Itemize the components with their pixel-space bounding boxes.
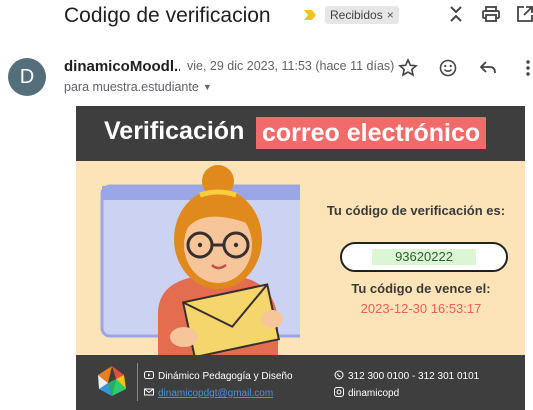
subject-row: Codigo de verificacion Recibidos × — [0, 0, 533, 34]
footer-phones-text: 312 300 0100 - 312 301 0101 — [348, 371, 480, 382]
recipient-line[interactable]: para muestra.estudiante ▼ — [64, 80, 212, 94]
expire-datetime: 2023-12-30 16:53:17 — [360, 301, 482, 316]
reply-icon[interactable] — [478, 58, 498, 78]
whatsapp-icon — [334, 370, 344, 380]
footer-org-text: Dinámico Pedagogía y Diseño — [158, 371, 293, 382]
header-highlight: correo electrónico — [256, 117, 487, 149]
footer-email-link[interactable]: dinamicopdgt@gmail.com — [158, 388, 273, 399]
card-header: Verificación correo electrónico — [76, 106, 525, 161]
footer-divider — [137, 363, 138, 401]
instagram-icon — [334, 387, 344, 397]
importance-marker-icon[interactable] — [303, 9, 317, 21]
star-icon[interactable] — [398, 58, 418, 78]
sender-name[interactable]: dinamicoMoodl... — [64, 58, 180, 75]
expand-collapse-icon[interactable] — [446, 4, 466, 24]
inbox-label-text: Recibidos — [330, 8, 383, 22]
footer-phones: 312 300 0100 - 312 301 0101 — [334, 370, 479, 382]
dinamico-logo-icon — [98, 366, 126, 396]
expire-label: Tu código de vence el: — [351, 281, 491, 296]
header-title: Verificación — [104, 117, 245, 145]
woman-with-envelope-illustration — [100, 165, 300, 355]
email-body-card: Verificación correo electrónico Tu códig… — [76, 106, 525, 410]
more-options-icon[interactable] — [518, 58, 533, 78]
footer-email[interactable]: dinamicopdgt@gmail.com — [144, 387, 273, 399]
print-icon[interactable] — [481, 4, 501, 24]
email-subject: Codigo de verificacion — [64, 4, 271, 27]
card-footer: Dinámico Pedagogía y Diseño dinamicopdgt… — [76, 355, 525, 410]
chevron-down-icon[interactable]: ▼ — [203, 82, 212, 92]
code-label: Tu código de verificación es: — [326, 203, 506, 218]
footer-instagram-text: dinamicopd — [348, 388, 400, 399]
remove-label-button[interactable]: × — [387, 8, 394, 22]
inbox-label-chip[interactable]: Recibidos × — [325, 6, 399, 24]
footer-instagram[interactable]: dinamicopd — [334, 387, 399, 399]
emoji-reaction-icon[interactable] — [438, 58, 458, 78]
sender-avatar[interactable]: D — [8, 58, 46, 96]
play-icon — [144, 371, 154, 379]
mail-icon — [144, 388, 154, 396]
footer-org: Dinámico Pedagogía y Diseño — [144, 370, 293, 382]
email-date: vie, 29 dic 2023, 11:53 (hace 11 días) — [187, 59, 395, 73]
verification-code: 93620222 — [372, 249, 476, 265]
verification-code-box: 93620222 — [340, 242, 508, 272]
open-in-new-window-icon[interactable] — [515, 4, 533, 24]
recipient-text: para muestra.estudiante — [64, 80, 199, 94]
